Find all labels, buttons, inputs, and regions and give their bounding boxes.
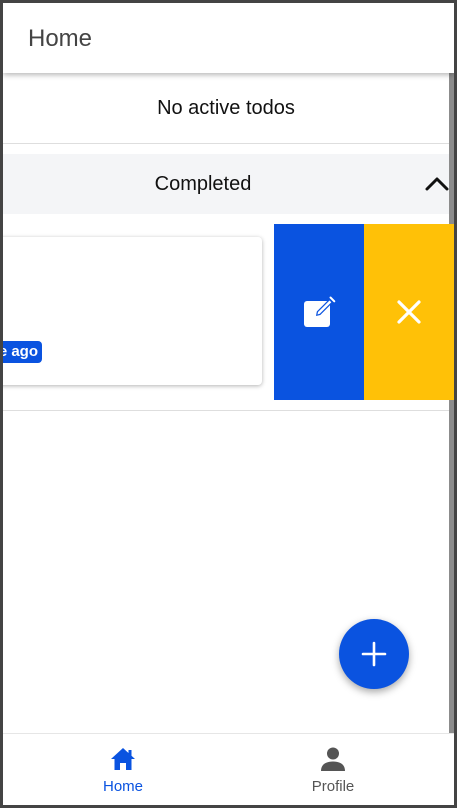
nav-item-profile[interactable]: Profile	[273, 734, 393, 805]
page-title: Home	[28, 25, 93, 52]
add-todo-button[interactable]	[339, 619, 409, 689]
delete-todo-button[interactable]	[364, 224, 454, 400]
edit-icon	[304, 296, 336, 327]
time-ago-badge: e ago	[3, 341, 42, 363]
nav-item-home[interactable]: Home	[63, 734, 183, 805]
plus-icon	[361, 641, 387, 667]
nav-label-profile: Profile	[311, 778, 355, 795]
edit-todo-button[interactable]	[274, 224, 364, 400]
home-icon	[111, 748, 135, 770]
completed-section-label: Completed	[154, 172, 252, 195]
app-bar: Home	[3, 3, 454, 73]
app-frame: Home No active todos Completed e ago	[3, 3, 454, 805]
divider	[3, 410, 449, 411]
person-icon	[321, 747, 345, 771]
bottom-navigation: Home Profile	[3, 733, 454, 805]
nav-label-home: Home	[102, 778, 143, 795]
no-active-todos-message: No active todos	[157, 96, 295, 119]
todo-card[interactable]: e ago	[3, 237, 262, 385]
chevron-up-icon[interactable]	[423, 172, 451, 196]
divider	[3, 143, 449, 144]
close-icon	[397, 300, 421, 324]
completed-section-header[interactable]: Completed	[3, 154, 449, 214]
